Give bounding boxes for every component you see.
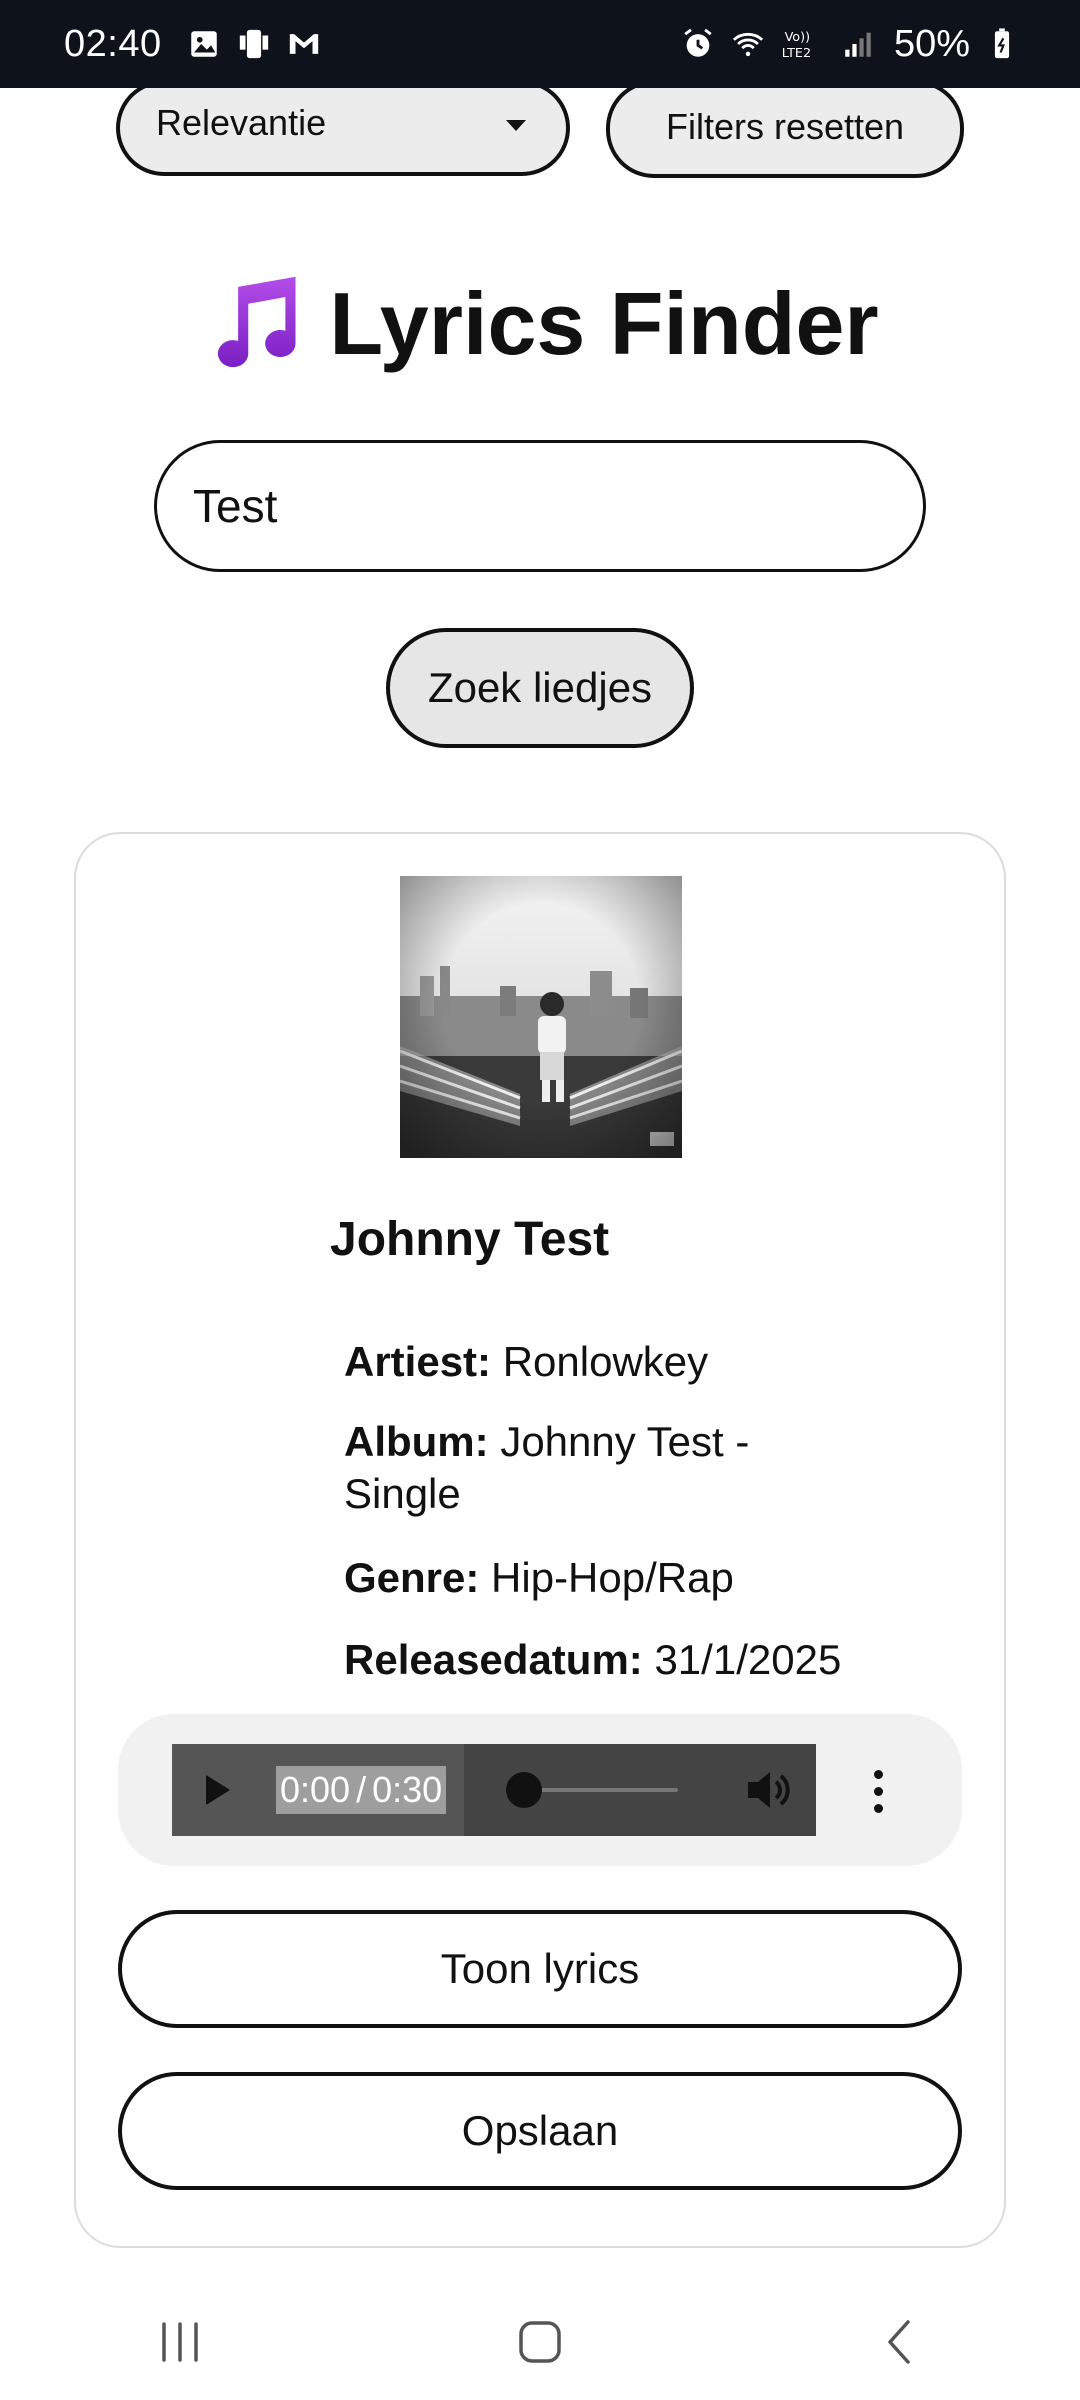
svg-text:LTE2: LTE2 [782, 46, 811, 61]
search-input[interactable] [154, 440, 926, 572]
search-button[interactable]: Zoek liedjes [386, 628, 694, 748]
image-icon [186, 26, 222, 62]
audio-duration: 0:30 [372, 1769, 443, 1810]
play-icon [206, 1775, 230, 1805]
home-icon[interactable] [500, 2302, 580, 2382]
gmail-icon [286, 26, 322, 62]
status-bar-left: 02:40 [64, 23, 322, 66]
back-icon[interactable] [860, 2302, 940, 2382]
seek-bar[interactable] [522, 1788, 678, 1792]
status-bar-right: Vo)) LTE2 50% [680, 23, 1020, 66]
release-label: Releasedatum: [344, 1636, 643, 1683]
volume-icon[interactable] [744, 1768, 792, 1817]
album-row: Album: Johnny Test - Single [344, 1416, 784, 1520]
audio-controls: 0:00/0:30 [172, 1744, 816, 1836]
audio-current-time: 0:00 [280, 1769, 351, 1810]
audio-time-separator: / [356, 1769, 367, 1810]
artist-label: Artiest: [344, 1338, 492, 1385]
genre-value: Hip-Hop/Rap [491, 1554, 734, 1601]
page-title-text: Lyrics Finder [329, 274, 879, 373]
reset-filters-label: Filters resetten [665, 106, 905, 147]
song-title: Johnny Test [330, 1213, 610, 1266]
seek-area [464, 1744, 816, 1836]
chevron-down-icon [506, 120, 526, 131]
sort-select[interactable]: Relevantie [116, 80, 570, 176]
status-time: 02:40 [64, 22, 162, 65]
phone-sync-icon [236, 26, 272, 62]
alarm-icon [680, 26, 716, 62]
seek-handle[interactable] [506, 1772, 542, 1808]
artist-value: Ronlowkey [502, 1338, 709, 1385]
more-options-icon[interactable] [874, 1770, 886, 1821]
battery-icon [984, 26, 1020, 62]
wifi-icon [730, 26, 766, 62]
page-title: Lyrics Finder [0, 270, 1080, 378]
status-bar: 02:40 Vo)) LTE2 50% [0, 0, 1080, 88]
svg-text:Vo)): Vo)) [785, 30, 810, 45]
music-note-icon [201, 270, 309, 378]
volte-icon: Vo)) LTE2 [780, 26, 826, 62]
genre-row: Genre: Hip-Hop/Rap [344, 1552, 734, 1604]
show-lyrics-button[interactable]: Toon lyrics [118, 1910, 962, 2028]
release-value: 31/1/2025 [654, 1636, 842, 1683]
release-row: Releasedatum: 31/1/2025 [344, 1634, 841, 1686]
song-card: Johnny Test Artiest: Ronlowkey Album: Jo… [74, 832, 1006, 2248]
genre-label: Genre: [344, 1554, 480, 1601]
audio-player: 0:00/0:30 [118, 1714, 962, 1866]
album-cover [400, 876, 682, 1158]
audio-time: 0:00/0:30 [276, 1766, 447, 1814]
save-button[interactable]: Opslaan [118, 2072, 962, 2190]
play-button[interactable] [172, 1744, 262, 1836]
recent-apps-icon[interactable] [140, 2302, 220, 2382]
album-label: Album: [344, 1418, 489, 1465]
artist-row: Artiest: Ronlowkey [344, 1336, 708, 1388]
sort-select-label: Relevantie [156, 102, 327, 143]
battery-percent: 50% [893, 22, 970, 65]
reset-filters-button[interactable]: Filters resetten [606, 80, 964, 178]
navigation-bar [0, 2284, 1080, 2400]
signal-icon [840, 26, 876, 62]
